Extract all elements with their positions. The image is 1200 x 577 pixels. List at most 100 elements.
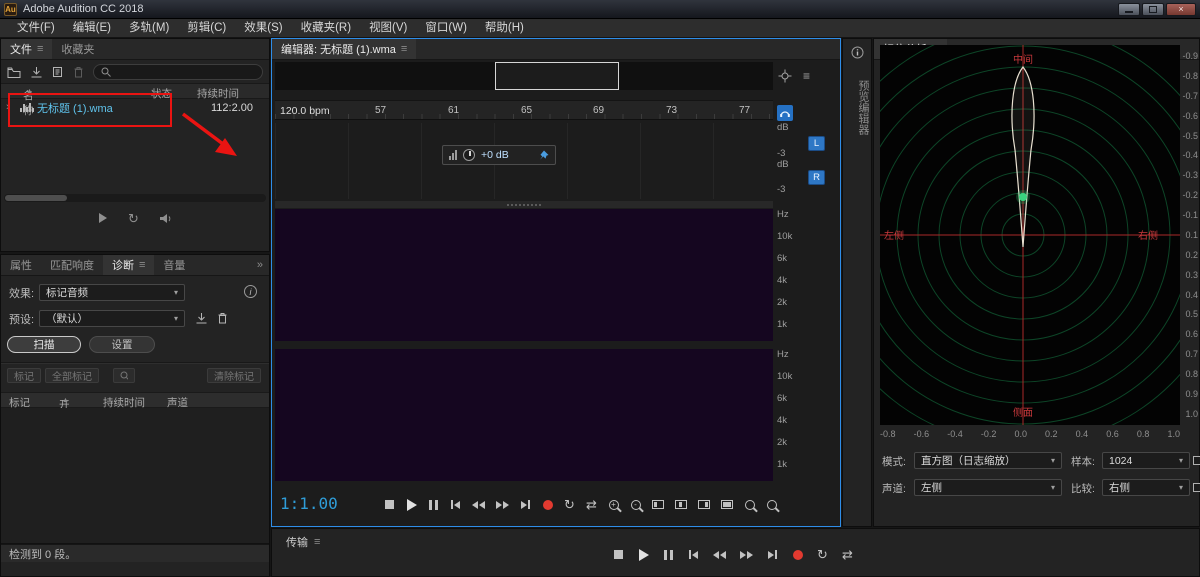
clear-marks-button[interactable]: 清除标记 bbox=[207, 368, 261, 383]
spectrogram-left[interactable] bbox=[275, 209, 773, 341]
menu-item[interactable]: 效果(S) bbox=[235, 19, 291, 38]
phase-option-checkbox[interactable] bbox=[1193, 456, 1200, 465]
play-button[interactable] bbox=[638, 548, 649, 561]
zoom-out-button[interactable] bbox=[630, 498, 641, 511]
fast-forward-button[interactable] bbox=[496, 498, 509, 511]
effect-label: 效果: bbox=[9, 285, 34, 301]
zoom-selection-out-button[interactable] bbox=[766, 498, 777, 511]
spectrogram-right[interactable] bbox=[275, 349, 773, 481]
menu-item[interactable]: 剪辑(C) bbox=[178, 19, 235, 38]
settings-button[interactable]: 设置 bbox=[89, 336, 155, 353]
marker-search-button[interactable] bbox=[113, 368, 135, 383]
zoom-selection-in-button[interactable] bbox=[744, 498, 755, 511]
left-channel-button[interactable]: L bbox=[808, 136, 825, 151]
preset-dropdown[interactable]: （默认） ▾ bbox=[39, 310, 185, 327]
mark-all-button[interactable]: 全部标记 bbox=[45, 368, 99, 383]
close-button[interactable]: × bbox=[1166, 3, 1196, 16]
scrollbar-thumb[interactable] bbox=[5, 195, 67, 201]
tab-files[interactable]: 文件 ≡ bbox=[1, 39, 52, 59]
skip-to-start-button[interactable] bbox=[450, 498, 461, 511]
zoom-in-right-edge-button[interactable] bbox=[698, 498, 710, 511]
overview-range-selector[interactable] bbox=[495, 62, 619, 90]
menu-item[interactable]: 视图(V) bbox=[360, 19, 416, 38]
minimize-button[interactable] bbox=[1118, 3, 1140, 16]
timeline-ruler[interactable]: 120.0 bpm 576165697377 bbox=[275, 100, 773, 120]
tab-favorites[interactable]: 收藏夹 bbox=[52, 39, 103, 59]
info-icon[interactable]: i bbox=[244, 285, 257, 298]
tab-diagnostics[interactable]: 诊断 ≡ bbox=[103, 255, 154, 275]
menu-item[interactable]: 多轨(M) bbox=[120, 19, 178, 38]
pause-button[interactable] bbox=[663, 548, 674, 561]
stop-button[interactable] bbox=[384, 498, 395, 511]
scan-button[interactable]: 扫描 bbox=[7, 336, 81, 353]
skip-selection-button[interactable]: ⇄ bbox=[586, 498, 597, 511]
panel-menu-icon[interactable]: ≡ bbox=[139, 259, 145, 271]
right-channel-button[interactable]: R bbox=[808, 170, 825, 185]
preview-play-button[interactable] bbox=[97, 212, 108, 225]
waveform-right-channel[interactable] bbox=[275, 162, 773, 199]
pin-icon[interactable] bbox=[538, 150, 549, 161]
panel-splitter[interactable] bbox=[275, 201, 773, 208]
zoom-full-button[interactable] bbox=[721, 498, 733, 511]
mode-dropdown[interactable]: 直方图（日志缩放）▾ bbox=[914, 452, 1062, 469]
compare-dropdown[interactable]: 右侧▾ bbox=[1102, 479, 1190, 496]
zoom-in-button[interactable] bbox=[608, 498, 619, 511]
time-display[interactable]: 1:1.00 bbox=[280, 494, 338, 513]
samples-dropdown[interactable]: 1024▾ bbox=[1102, 452, 1190, 469]
open-folder-button[interactable] bbox=[7, 67, 21, 78]
import-file-button[interactable] bbox=[30, 66, 43, 78]
loop-playback-button[interactable]: ↻ bbox=[564, 498, 575, 511]
effect-dropdown[interactable]: 标记音频 ▾ bbox=[39, 284, 185, 301]
tab-overflow-icon[interactable]: » bbox=[251, 255, 269, 275]
pan-tool-icon[interactable] bbox=[778, 69, 792, 83]
menu-item[interactable]: 窗口(W) bbox=[416, 19, 476, 38]
collapsed-panel-tab[interactable]: 预览编辑器 bbox=[843, 69, 871, 141]
file-search-input[interactable] bbox=[116, 67, 255, 78]
files-horizontal-scrollbar[interactable] bbox=[4, 194, 266, 202]
delete-preset-button[interactable] bbox=[217, 312, 228, 324]
zoom-in-left-edge-button[interactable] bbox=[652, 498, 664, 511]
tab-volume[interactable]: 音量 bbox=[154, 255, 194, 275]
editor-options-icon[interactable]: ≡ bbox=[803, 69, 810, 83]
skip-to-start-button[interactable] bbox=[688, 548, 699, 561]
tab-properties[interactable]: 属性 bbox=[1, 255, 41, 275]
phase-option-checkbox[interactable] bbox=[1193, 483, 1200, 492]
info-panel-icon[interactable] bbox=[851, 46, 864, 59]
menu-item[interactable]: 帮助(H) bbox=[476, 19, 533, 38]
skip-to-end-button[interactable] bbox=[767, 548, 778, 561]
loop-playback-button[interactable]: ↻ bbox=[817, 548, 828, 561]
new-item-button[interactable] bbox=[52, 66, 64, 78]
panel-menu-icon[interactable]: ≡ bbox=[401, 43, 407, 55]
play-button[interactable] bbox=[406, 498, 417, 511]
diagnostics-panel: 属性 匹配响度 诊断 ≡ 音量 » 效果: 标记音频 ▾ i 预设: （默认） … bbox=[0, 254, 270, 577]
channel-dropdown[interactable]: 左侧▾ bbox=[914, 479, 1062, 496]
rewind-button[interactable] bbox=[472, 498, 485, 511]
menu-item[interactable]: 文件(F) bbox=[8, 19, 64, 38]
trash-button[interactable] bbox=[73, 66, 84, 78]
panel-menu-icon[interactable]: ≡ bbox=[37, 43, 43, 55]
record-button[interactable] bbox=[792, 548, 803, 561]
save-preset-button[interactable] bbox=[195, 312, 208, 324]
diagnostics-results-list[interactable] bbox=[1, 408, 269, 544]
zoom-to-selection-button[interactable] bbox=[675, 498, 687, 511]
preview-loop-button[interactable]: ↻ bbox=[128, 212, 139, 225]
waveform-overview[interactable] bbox=[275, 62, 773, 90]
mark-button[interactable]: 标记 bbox=[7, 368, 41, 383]
stop-button[interactable] bbox=[613, 548, 624, 561]
rewind-button[interactable] bbox=[713, 548, 726, 561]
skip-selection-button[interactable]: ⇄ bbox=[842, 548, 853, 561]
gain-knob[interactable] bbox=[463, 149, 475, 161]
skip-to-end-button[interactable] bbox=[520, 498, 531, 511]
tab-match-loudness[interactable]: 匹配响度 bbox=[41, 255, 103, 275]
menu-item[interactable]: 编辑(E) bbox=[64, 19, 120, 38]
menu-item[interactable]: 收藏夹(R) bbox=[292, 19, 360, 38]
panel-menu-icon[interactable]: ≡ bbox=[314, 536, 320, 548]
record-button[interactable] bbox=[542, 498, 553, 511]
preview-volume-button[interactable] bbox=[159, 212, 173, 225]
monitor-button[interactable] bbox=[777, 105, 793, 121]
tab-editor[interactable]: 编辑器: 无标题 (1).wma ≡ bbox=[272, 39, 416, 59]
pause-button[interactable] bbox=[428, 498, 439, 511]
maximize-button[interactable] bbox=[1142, 3, 1164, 16]
gain-hud[interactable]: +0 dB bbox=[442, 145, 556, 165]
fast-forward-button[interactable] bbox=[740, 548, 753, 561]
